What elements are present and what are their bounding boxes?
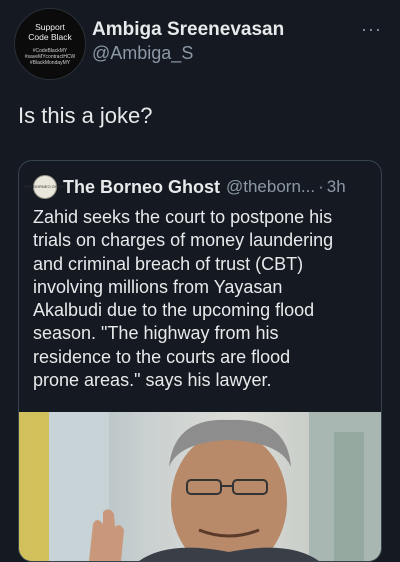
quoted-text-line: Akalbudi due to the upcoming flood [33, 300, 315, 321]
avatar-text-line1: Support [35, 22, 65, 32]
avatar-text-line2: Code Black [28, 32, 72, 42]
quoted-author-handle[interactable]: @theborn... [226, 177, 315, 197]
author-name[interactable]: Ambiga Sreenevasan [92, 19, 284, 41]
quoted-text-line: involving millions from Yayasan [33, 276, 283, 297]
quoted-author-name[interactable]: The Borneo Ghost [63, 177, 220, 198]
quoted-tweet-header: THE BORNEO GHOST The Borneo Ghost @thebo… [24, 175, 346, 199]
avatar-hashtags: #CodeBlackMY #saveMYcontractHCW #BlackMo… [25, 48, 76, 66]
quoted-avatar-text: THE BORNEO GHOST [24, 184, 66, 189]
tweet: Support Code Black #CodeBlackMY #saveMYc… [0, 0, 400, 562]
author-handle[interactable]: @Ambiga_S [92, 43, 193, 64]
quoted-tweet-text: Zahid seeks the court to postpone his tr… [33, 206, 373, 392]
avatar-tag: #BlackMondayMY [29, 60, 71, 66]
tweet-text: Is this a joke? [18, 103, 153, 128]
author-avatar[interactable]: Support Code Black #CodeBlackMY #saveMYc… [14, 8, 86, 80]
photo-illustration [19, 412, 381, 561]
quoted-text-line: and criminal breach of trust (CBT) [33, 253, 304, 274]
quoted-text-line: prone areas." says his lawyer. [33, 370, 272, 391]
quoted-tweet[interactable]: THE BORNEO GHOST The Borneo Ghost @thebo… [18, 160, 382, 562]
quoted-tweet-photo[interactable] [19, 412, 381, 561]
quoted-author-avatar[interactable]: THE BORNEO GHOST [24, 175, 66, 199]
quoted-text-line: season. "The highway from his [33, 323, 279, 344]
quoted-timestamp[interactable]: 3h [327, 177, 346, 197]
quoted-text-line: residence to the courts are flood [33, 346, 291, 367]
more-horizontal-icon[interactable]: ··· [361, 20, 382, 38]
separator-dot: · [318, 177, 324, 196]
quoted-text-line: Zahid seeks the court to postpone his [33, 207, 333, 227]
quoted-text-line: trials on charges of money laundering [33, 230, 334, 251]
